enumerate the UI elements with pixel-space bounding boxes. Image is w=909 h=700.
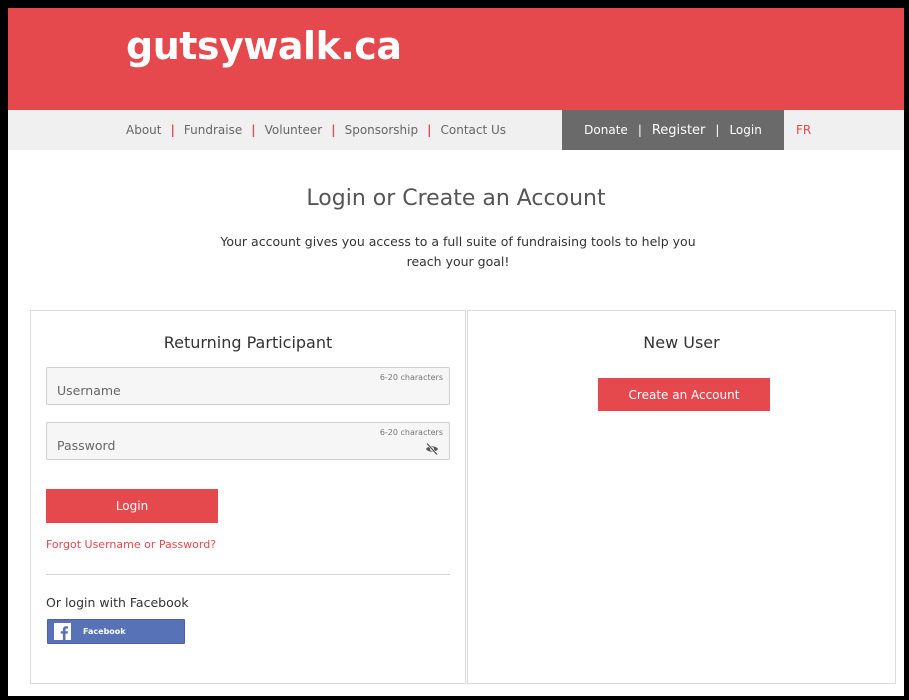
page-title: Login or Create an Account xyxy=(306,186,606,211)
page-subtitle: Your account gives you access to a full … xyxy=(220,234,696,269)
nav-donate-link[interactable]: Donate xyxy=(584,123,628,137)
nav-item-volunteer[interactable]: Volunteer xyxy=(265,123,323,137)
language-toggle[interactable]: FR xyxy=(796,110,811,150)
nav-primary: About | Fundraise | Volunteer | Sponsors… xyxy=(126,110,506,150)
nav-account: Donate | Register | Login xyxy=(562,110,784,150)
nav-separator: | xyxy=(251,123,256,137)
nav-separator: | xyxy=(331,123,336,137)
forgot-credentials-link[interactable]: Forgot Username or Password? xyxy=(46,538,216,551)
page-frame: gutsywalk.ca About | Fundraise | Volunte… xyxy=(8,8,904,696)
nav-item-contact[interactable]: Contact Us xyxy=(441,123,507,137)
new-user-heading: New User xyxy=(643,333,720,352)
nav-item-sponsorship[interactable]: Sponsorship xyxy=(345,123,419,137)
nav-separator: | xyxy=(170,123,175,137)
divider xyxy=(46,574,450,575)
username-field: 6-20 characters xyxy=(46,367,450,405)
username-hint: 6-20 characters xyxy=(379,373,443,382)
eye-slash-icon[interactable] xyxy=(425,441,439,456)
password-hint: 6-20 characters xyxy=(379,428,443,437)
facebook-login-button[interactable]: Facebook xyxy=(47,619,185,644)
facebook-login-label: Or login with Facebook xyxy=(46,595,189,610)
new-user-panel: New User Create an Account xyxy=(467,310,896,684)
facebook-logo-icon xyxy=(54,623,71,640)
site-logo[interactable]: gutsywalk.ca xyxy=(126,24,402,68)
nav-separator: | xyxy=(637,123,642,137)
nav-login-link[interactable]: Login xyxy=(729,123,761,137)
site-header: gutsywalk.ca xyxy=(8,8,904,110)
nav-separator: | xyxy=(715,123,720,137)
login-button[interactable]: Login xyxy=(46,489,218,523)
nav-item-about[interactable]: About xyxy=(126,123,161,137)
facebook-button-label: Facebook xyxy=(83,627,126,636)
returning-participant-panel: Returning Participant 6-20 characters 6-… xyxy=(30,310,466,684)
password-field: 6-20 characters xyxy=(46,422,450,460)
create-account-button[interactable]: Create an Account xyxy=(598,378,770,411)
main-nav: About | Fundraise | Volunteer | Sponsors… xyxy=(8,110,904,150)
nav-register-link[interactable]: Register xyxy=(652,123,706,138)
nav-separator: | xyxy=(427,123,432,137)
returning-heading: Returning Participant xyxy=(163,333,333,352)
nav-item-fundraise[interactable]: Fundraise xyxy=(184,123,242,137)
